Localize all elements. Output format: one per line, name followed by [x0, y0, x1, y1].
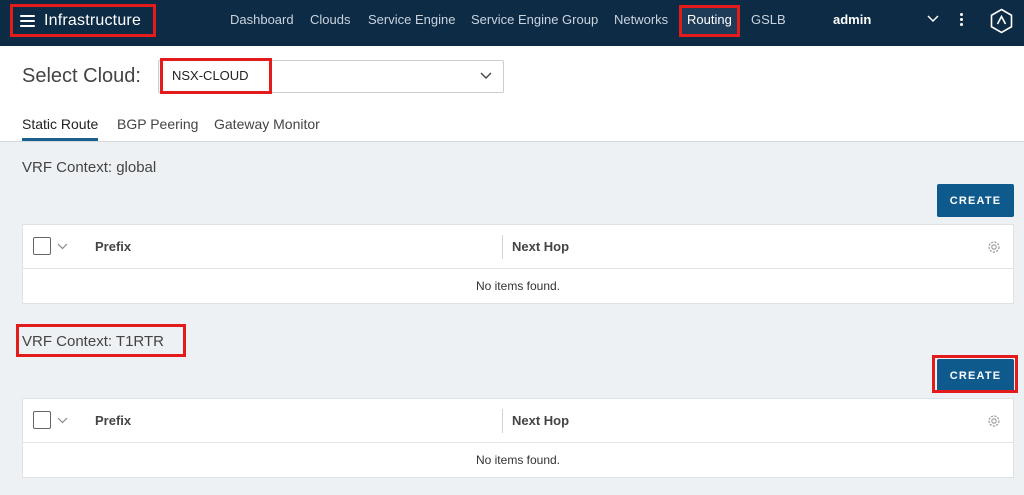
chevron-down-icon[interactable] [480, 72, 492, 80]
empty-message: No items found. [475, 453, 561, 467]
nav-dashboard[interactable]: Dashboard [230, 12, 294, 27]
app-menu-toggle[interactable]: Infrastructure [12, 6, 155, 36]
empty-message: No items found. [475, 279, 561, 293]
user-menu[interactable]: admin [833, 12, 871, 27]
chevron-down-icon[interactable] [927, 14, 939, 24]
active-tab-indicator [22, 138, 98, 141]
nav-service-engine-group[interactable]: Service Engine Group [471, 12, 598, 27]
tab-static-route[interactable]: Static Route [22, 116, 98, 132]
chevron-down-icon[interactable] [57, 417, 68, 424]
column-header-next-hop[interactable]: Next Hop [512, 239, 569, 254]
vrf-title-global: VRF Context: global [22, 159, 157, 176]
grid-header: Prefix Next Hop [23, 399, 1013, 443]
select-cloud-label: Select Cloud: [22, 65, 141, 87]
gear-icon[interactable] [986, 413, 1002, 429]
grid-body: No items found. [23, 443, 1013, 477]
nav-clouds[interactable]: Clouds [310, 12, 350, 27]
nav-routing[interactable]: Routing [687, 12, 732, 27]
static-route-grid-global: Prefix Next Hop No items found. [22, 224, 1014, 304]
select-all-checkbox[interactable] [33, 411, 51, 429]
column-header-prefix[interactable]: Prefix [95, 413, 131, 428]
nav-gslb[interactable]: GSLB [751, 12, 786, 27]
top-navigation-bar: Infrastructure Dashboard Clouds Service … [0, 0, 1024, 46]
avi-logo-icon[interactable] [990, 8, 1013, 34]
select-all-checkbox[interactable] [33, 237, 51, 255]
create-button-global[interactable]: CREATE [937, 184, 1014, 217]
chevron-down-icon[interactable] [57, 243, 68, 250]
grid-header: Prefix Next Hop [23, 225, 1013, 269]
column-divider[interactable] [502, 409, 503, 433]
create-button-t1rtr[interactable]: CREATE [937, 359, 1014, 392]
column-divider[interactable] [502, 235, 503, 259]
column-header-next-hop[interactable]: Next Hop [512, 413, 569, 428]
cloud-select-value[interactable]: NSX-CLOUD [172, 68, 249, 83]
gear-icon[interactable] [986, 239, 1002, 255]
nav-networks[interactable]: Networks [614, 12, 668, 27]
tab-gateway-monitor[interactable]: Gateway Monitor [214, 116, 320, 132]
nav-service-engine[interactable]: Service Engine [368, 12, 455, 27]
column-header-prefix[interactable]: Prefix [95, 239, 131, 254]
grid-body: No items found. [23, 269, 1013, 303]
hamburger-icon[interactable] [20, 15, 35, 27]
kebab-icon[interactable] [960, 13, 964, 26]
vrf-title-t1rtr: VRF Context: T1RTR [22, 333, 164, 350]
tab-bgp-peering[interactable]: BGP Peering [117, 116, 198, 132]
app-title: Infrastructure [44, 12, 142, 29]
static-route-grid-t1rtr: Prefix Next Hop No items found. [22, 398, 1014, 478]
